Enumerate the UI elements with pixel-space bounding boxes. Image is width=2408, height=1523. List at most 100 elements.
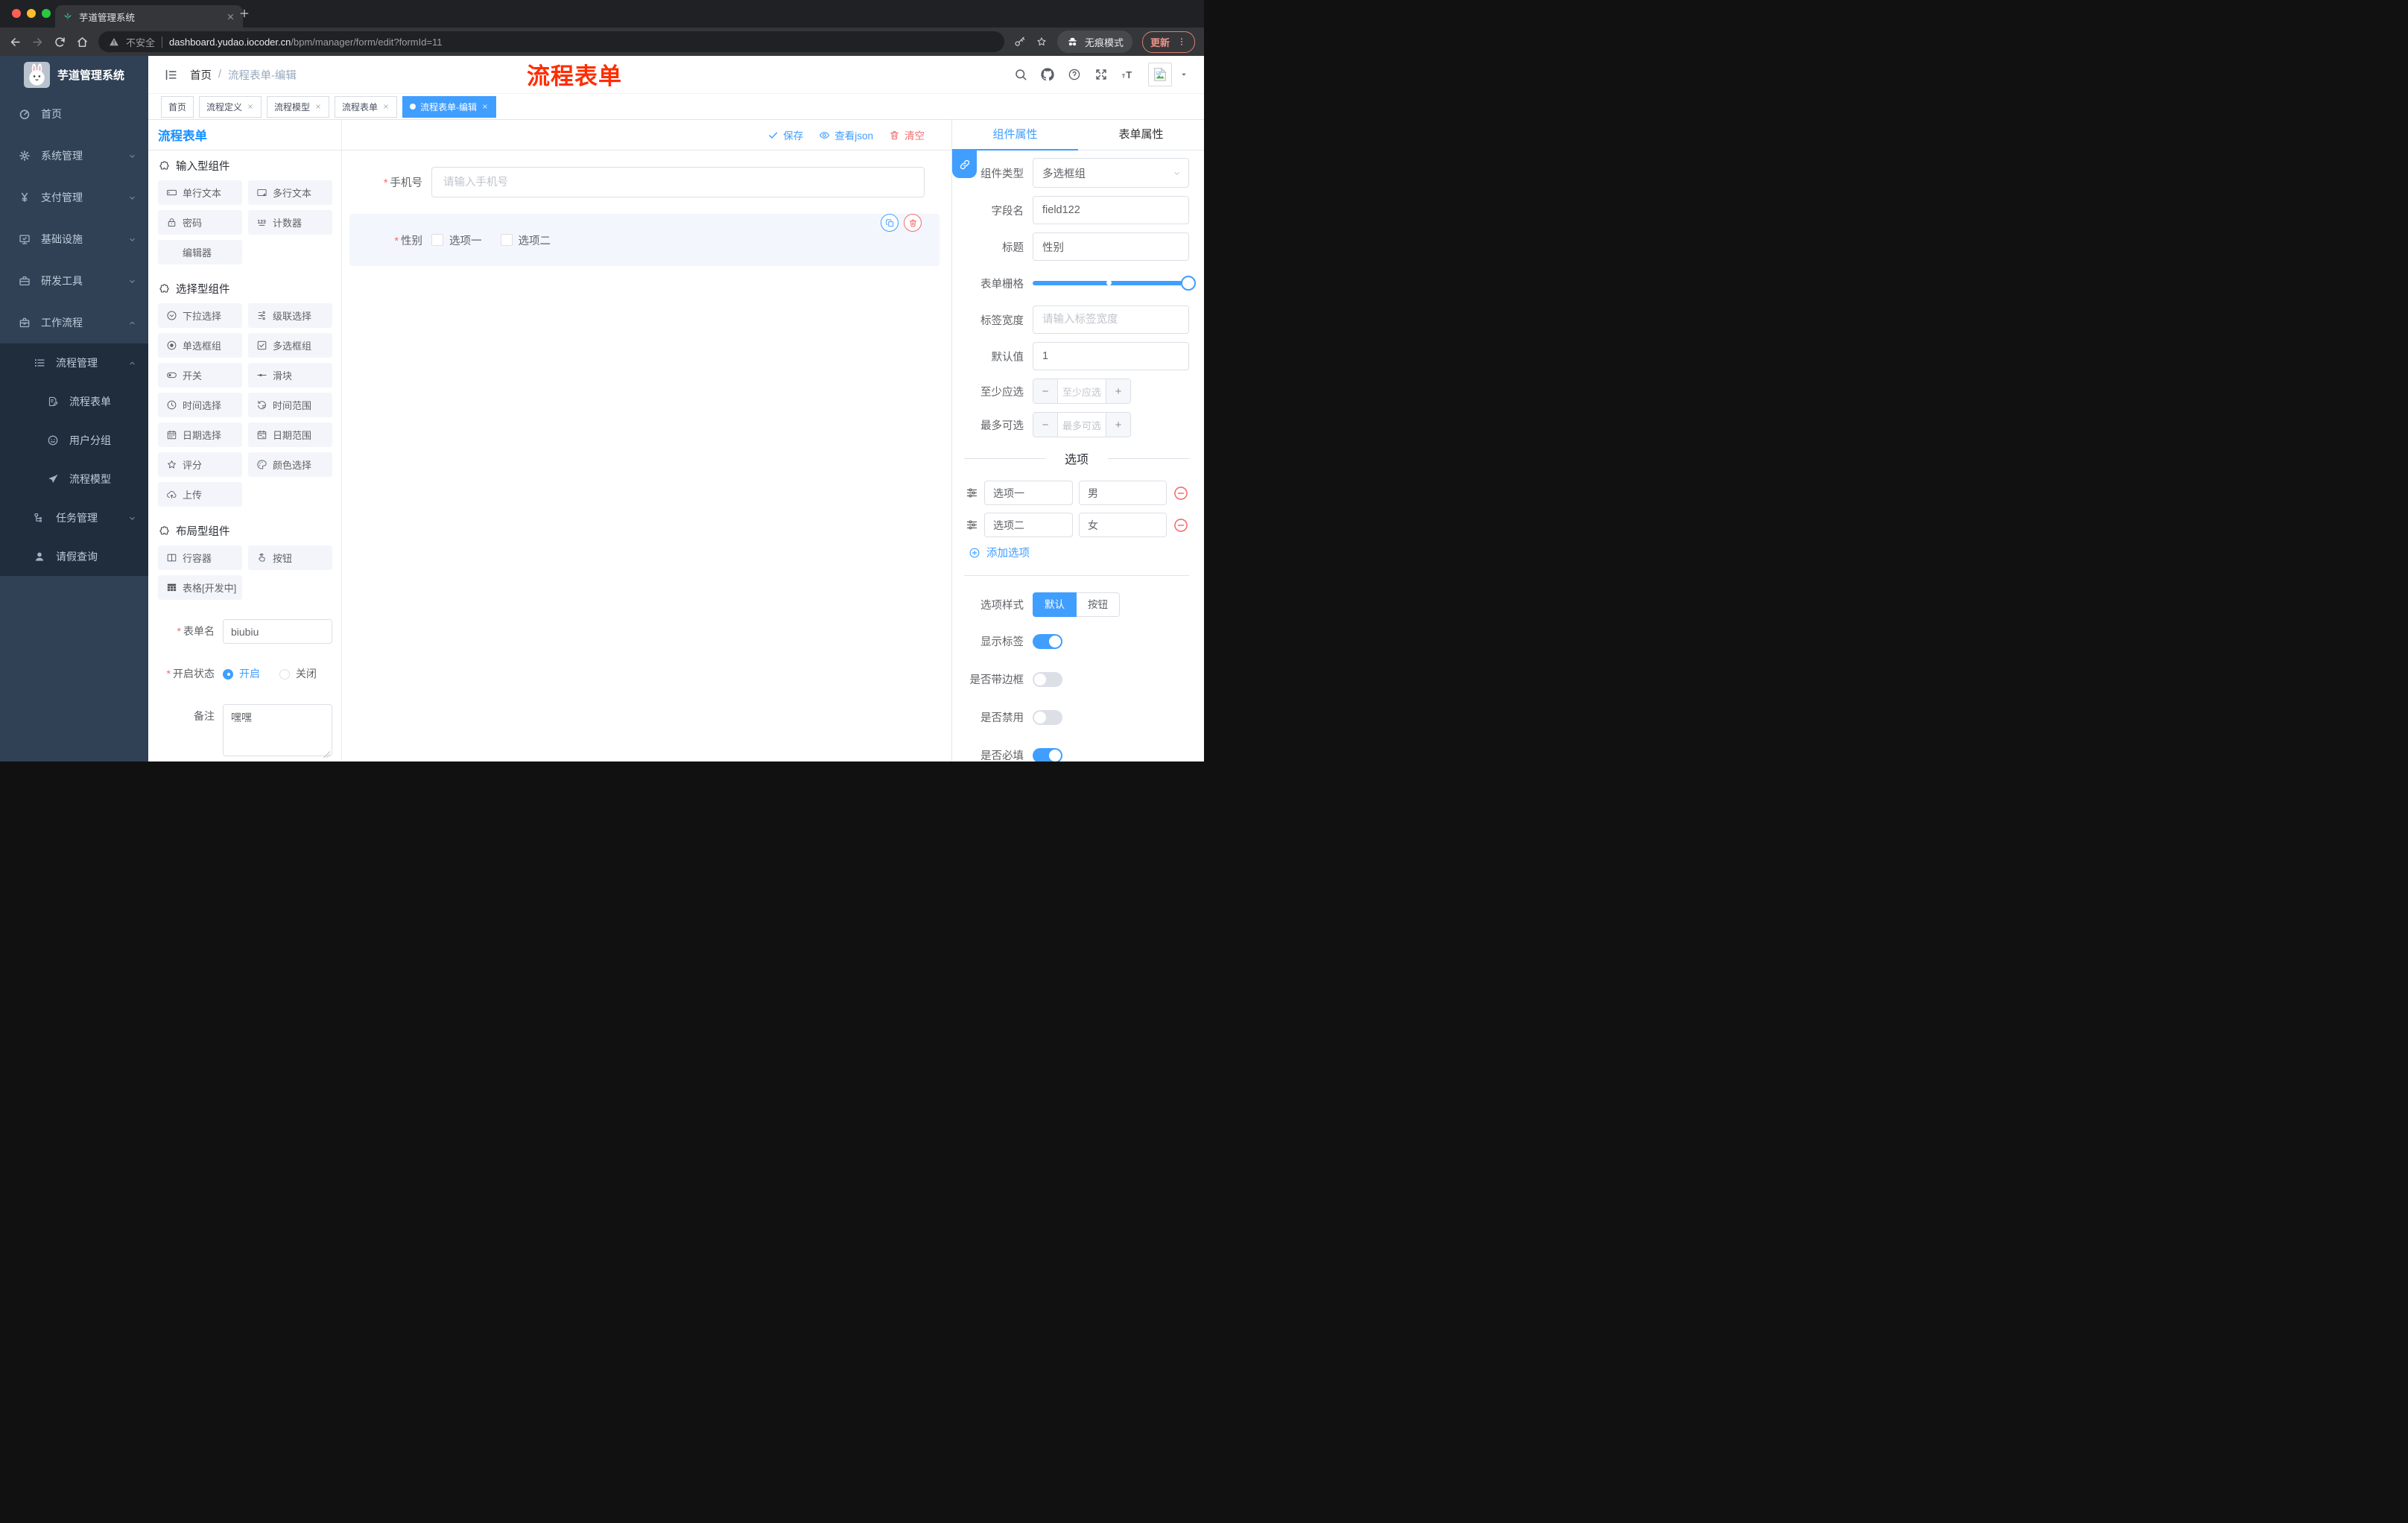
sidebar-menu-item[interactable]: 请假查询 bbox=[0, 537, 148, 576]
clear-button[interactable]: 清空 bbox=[889, 127, 925, 142]
component-item[interactable]: 单选框组 bbox=[158, 333, 242, 358]
component-item[interactable]: 颜色选择 bbox=[248, 452, 332, 477]
browser-tab[interactable]: 芋道管理系统 bbox=[55, 5, 243, 28]
tag-view-item[interactable]: 流程模型 bbox=[267, 95, 330, 118]
form-field-phone[interactable]: * 手机号 bbox=[349, 167, 940, 197]
security-warning-icon[interactable] bbox=[109, 37, 119, 47]
component-type-select[interactable]: 多选框组 bbox=[1033, 158, 1189, 188]
reload-button[interactable] bbox=[54, 36, 66, 48]
address-bar[interactable]: 不安全 dashboard.yudao.iocoder.cn/bpm/manag… bbox=[98, 31, 1004, 52]
stepper-increase-button[interactable]: + bbox=[1106, 413, 1130, 437]
option-style-button[interactable]: 按钮 bbox=[1077, 592, 1120, 617]
component-item[interactable]: 单行文本 bbox=[158, 180, 242, 205]
radio-on[interactable]: 开启 bbox=[223, 662, 260, 686]
phone-input[interactable] bbox=[431, 167, 925, 197]
component-item[interactable]: 上传 bbox=[158, 482, 242, 507]
option-value-input[interactable]: 男 bbox=[1079, 481, 1167, 505]
password-manager-icon[interactable] bbox=[1014, 36, 1026, 48]
sidebar-menu-item[interactable]: 系统管理 bbox=[0, 135, 148, 177]
sidebar-menu-item[interactable]: 首页 bbox=[0, 93, 148, 135]
component-item[interactable]: 滑块 bbox=[248, 363, 332, 387]
option-label-input[interactable]: 选项二 bbox=[984, 513, 1073, 537]
radio-off[interactable]: 关闭 bbox=[279, 662, 317, 686]
duplicate-field-button[interactable] bbox=[881, 214, 899, 232]
stepper-value[interactable]: 最多可选 bbox=[1058, 413, 1106, 437]
stepper-decrease-button[interactable]: − bbox=[1033, 413, 1058, 437]
component-item[interactable]: 时间范围 bbox=[248, 393, 332, 417]
option-label-input[interactable]: 选项一 bbox=[984, 481, 1073, 505]
browser-update-button[interactable]: 更新 bbox=[1141, 31, 1195, 53]
option-style-default[interactable]: 默认 bbox=[1033, 592, 1077, 617]
tag-view-item[interactable]: 流程表单 bbox=[335, 95, 398, 118]
sidebar-menu-item[interactable]: 基础设施 bbox=[0, 218, 148, 260]
browser-menu-icon[interactable] bbox=[1176, 37, 1187, 47]
component-item[interactable]: 编辑器 bbox=[158, 240, 242, 265]
sidebar-menu-item[interactable]: 支付管理 bbox=[0, 177, 148, 218]
save-button[interactable]: 保存 bbox=[767, 127, 803, 142]
slider-handle[interactable] bbox=[1181, 276, 1196, 291]
close-tag-icon[interactable] bbox=[481, 103, 489, 110]
form-name-input[interactable] bbox=[223, 619, 332, 644]
close-window-button[interactable] bbox=[12, 9, 21, 18]
sidebar-menu-item[interactable]: 用户分组 bbox=[0, 421, 148, 460]
sidebar-menu-item[interactable]: 流程管理 bbox=[0, 343, 148, 382]
component-item[interactable]: 按钮 bbox=[248, 545, 332, 570]
collapse-sidebar-icon[interactable] bbox=[164, 68, 178, 82]
title-input[interactable] bbox=[1033, 232, 1189, 261]
delete-field-button[interactable] bbox=[904, 214, 922, 232]
add-option-button[interactable]: 添加选项 bbox=[969, 545, 1189, 560]
sidebar-logo[interactable]: 芋道管理系统 bbox=[0, 56, 148, 93]
component-item[interactable]: 日期范围 bbox=[248, 422, 332, 447]
fullscreen-icon[interactable] bbox=[1094, 68, 1108, 81]
close-tag-icon[interactable] bbox=[314, 103, 322, 110]
drag-icon[interactable] bbox=[966, 519, 978, 531]
avatar[interactable] bbox=[1148, 63, 1172, 86]
bookmark-icon[interactable] bbox=[1036, 36, 1048, 48]
option-value-input[interactable]: 女 bbox=[1079, 513, 1167, 537]
tag-view-item[interactable]: 流程定义 bbox=[199, 95, 262, 118]
form-grid-slider[interactable] bbox=[1033, 269, 1196, 297]
component-item[interactable]: 下拉选择 bbox=[158, 303, 242, 328]
toggle-switch[interactable] bbox=[1033, 671, 1062, 687]
tab-form-props[interactable]: 表单属性 bbox=[1078, 120, 1204, 150]
breadcrumb-home[interactable]: 首页 bbox=[190, 67, 212, 83]
component-item[interactable]: 多选框组 bbox=[248, 333, 332, 358]
component-item[interactable]: 时间选择 bbox=[158, 393, 242, 417]
checkbox-icon[interactable] bbox=[500, 234, 513, 246]
back-button[interactable] bbox=[9, 36, 22, 48]
forward-button[interactable] bbox=[31, 36, 44, 48]
github-icon[interactable] bbox=[1041, 68, 1054, 81]
tab-component-props[interactable]: 组件属性 bbox=[952, 120, 1078, 151]
component-item[interactable]: 123 计数器 bbox=[248, 210, 332, 235]
avatar-caret-icon[interactable] bbox=[1179, 70, 1188, 79]
drag-icon[interactable] bbox=[966, 487, 978, 499]
sidebar-menu-item[interactable]: 工作流程 bbox=[0, 302, 148, 343]
toggle-switch[interactable] bbox=[1033, 633, 1062, 649]
checkbox-icon[interactable] bbox=[431, 234, 443, 246]
checkbox-option[interactable]: 选项二 bbox=[500, 232, 551, 248]
sidebar-menu-item[interactable]: 流程模型 bbox=[0, 460, 148, 498]
component-item[interactable]: 级联选择 bbox=[248, 303, 332, 328]
window-controls[interactable] bbox=[12, 9, 51, 18]
json-drawer-handle[interactable] bbox=[952, 151, 977, 178]
component-item[interactable]: 表格[开发中] bbox=[158, 575, 242, 600]
zoom-window-button[interactable] bbox=[42, 9, 51, 18]
canvas-body[interactable]: *手机号 *性别 选项一 选项二 bbox=[342, 151, 951, 762]
minimize-window-button[interactable] bbox=[27, 9, 36, 18]
close-tag-icon[interactable] bbox=[247, 103, 254, 110]
component-item[interactable]: 密码 bbox=[158, 210, 242, 235]
sidebar-menu-item[interactable]: 研发工具 bbox=[0, 260, 148, 302]
field-name-input[interactable] bbox=[1033, 196, 1189, 224]
new-tab-button[interactable] bbox=[238, 7, 250, 19]
toggle-switch[interactable] bbox=[1033, 709, 1062, 725]
home-button[interactable] bbox=[76, 36, 89, 48]
toggle-switch[interactable] bbox=[1033, 747, 1062, 762]
form-field-gender-selected[interactable]: * 性别 选项一 选项二 bbox=[349, 214, 940, 266]
close-tag-icon[interactable] bbox=[382, 103, 390, 110]
component-item[interactable]: 日期选择 bbox=[158, 422, 242, 447]
form-remark-textarea[interactable]: 嘿嘿 bbox=[223, 704, 332, 756]
checkbox-option[interactable]: 选项一 bbox=[431, 232, 482, 248]
sidebar-menu-item[interactable]: 流程表单 bbox=[0, 382, 148, 421]
stepper-value[interactable]: 至少应选 bbox=[1058, 379, 1106, 403]
view-json-button[interactable]: 查看json bbox=[819, 127, 873, 142]
